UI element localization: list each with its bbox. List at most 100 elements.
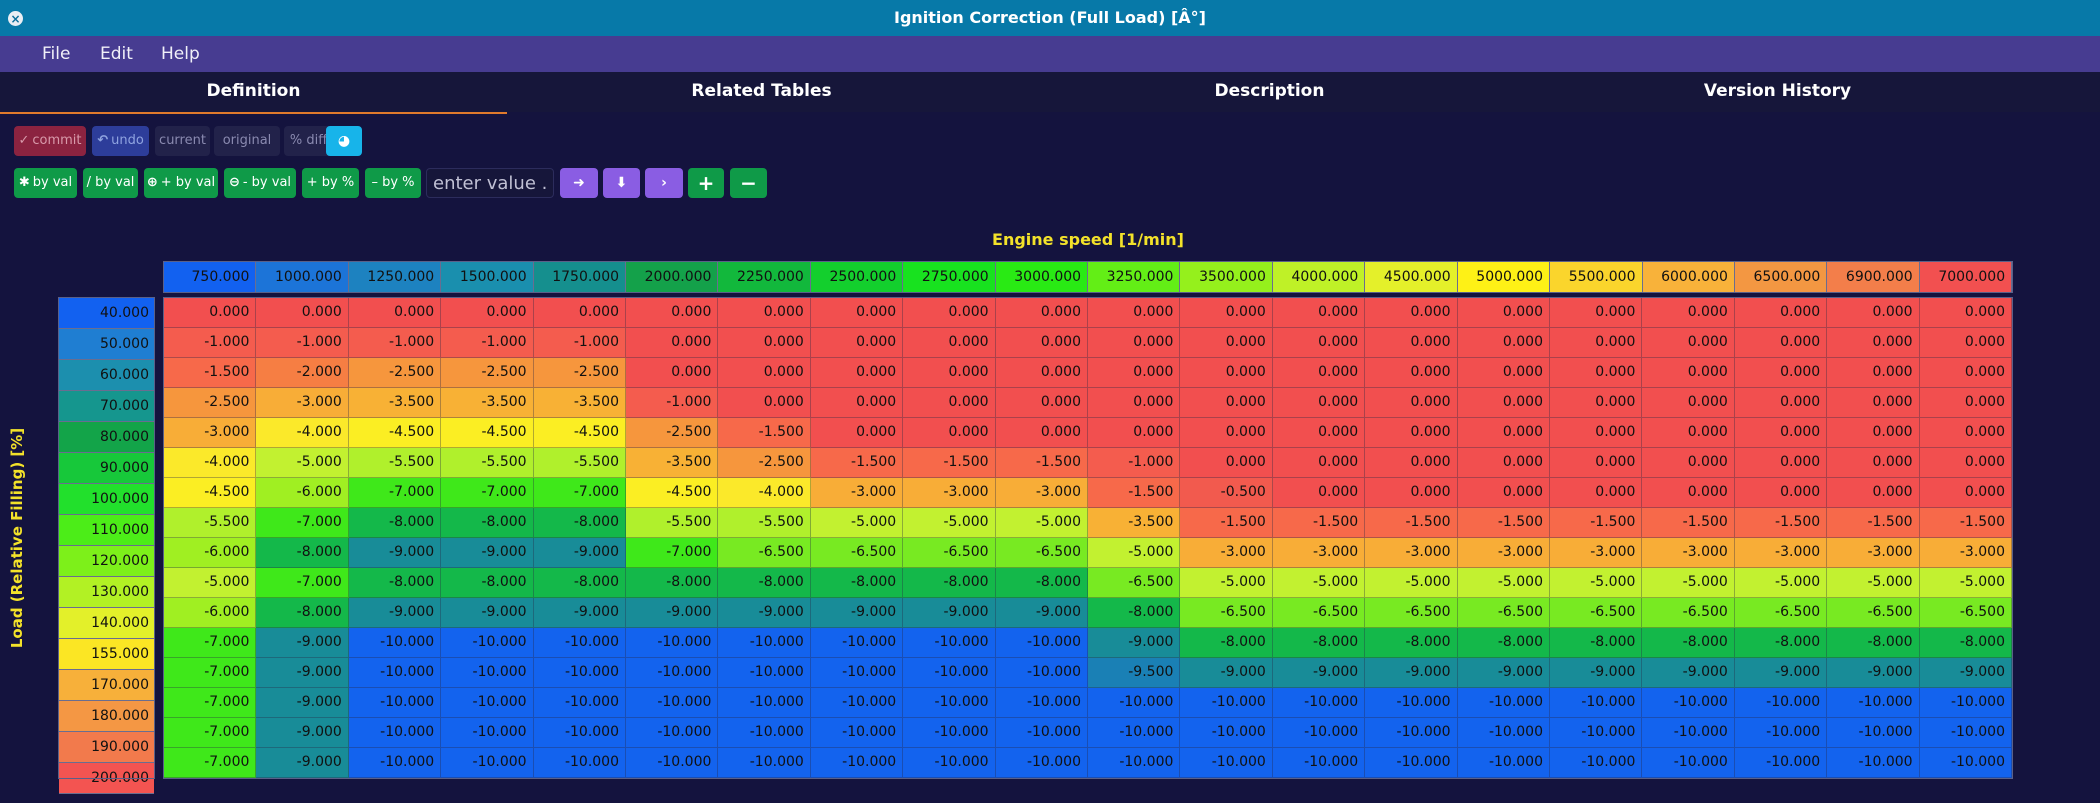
table-cell[interactable]: 0.000 <box>1088 358 1181 388</box>
table-cell[interactable]: -8.000 <box>348 508 442 538</box>
table-cell[interactable]: -3.000 <box>256 388 349 418</box>
table-cell[interactable]: 0.000 <box>626 358 719 388</box>
multiply-by-value-button[interactable]: ✱ by val <box>14 168 77 198</box>
table-cell[interactable]: -6.500 <box>1827 598 1920 628</box>
table-cell[interactable]: -6.500 <box>1088 568 1181 598</box>
table-cell[interactable]: -1.500 <box>1734 508 1828 538</box>
table-cell[interactable]: -10.000 <box>626 688 719 718</box>
table-cell[interactable]: -9.000 <box>256 658 349 688</box>
table-cell[interactable]: -1.500 <box>1088 478 1181 508</box>
x-axis-cell[interactable]: 1750.000 <box>533 262 627 292</box>
table-cell[interactable]: -6.500 <box>1272 598 1366 628</box>
table-cell[interactable]: -3.000 <box>1734 538 1828 568</box>
y-axis-cell[interactable]: 40.000 <box>59 298 154 329</box>
table-cell[interactable]: 0.000 <box>1180 298 1273 328</box>
table-cell[interactable]: -4.000 <box>164 448 257 478</box>
table-cell[interactable]: 0.000 <box>1550 298 1643 328</box>
divide-by-value-button[interactable]: / by val <box>83 168 138 198</box>
table-cell[interactable]: -1.000 <box>348 328 442 358</box>
table-cell[interactable]: -6.000 <box>164 598 257 628</box>
add-by-value-button[interactable]: ⊕ + by val <box>144 168 218 198</box>
table-cell[interactable]: -10.000 <box>1550 688 1643 718</box>
x-axis-cell[interactable]: 5500.000 <box>1550 262 1643 292</box>
table-cell[interactable]: -5.000 <box>1180 568 1273 598</box>
table-cell[interactable]: 0.000 <box>903 298 996 328</box>
table-cell[interactable]: -10.000 <box>533 718 626 748</box>
table-cell[interactable]: -1.500 <box>718 418 811 448</box>
table-cell[interactable]: 0.000 <box>1457 418 1550 448</box>
table-cell[interactable]: 0.000 <box>1919 298 2012 328</box>
table-cell[interactable]: -3.000 <box>1457 538 1550 568</box>
table-cell[interactable]: -4.500 <box>533 418 626 448</box>
table-cell[interactable]: -10.000 <box>1457 688 1550 718</box>
table-cell[interactable]: 0.000 <box>533 298 626 328</box>
table-cell[interactable]: -4.500 <box>626 478 719 508</box>
y-axis-cell[interactable]: 50.000 <box>59 329 154 360</box>
table-cell[interactable]: 0.000 <box>995 418 1088 448</box>
table-cell[interactable]: -10.000 <box>1180 748 1273 778</box>
y-axis-cell[interactable]: 200.000 <box>59 763 154 794</box>
tab-related-tables[interactable]: Related Tables <box>508 72 1015 112</box>
table-cell[interactable]: 0.000 <box>718 328 811 358</box>
table-cell[interactable]: 0.000 <box>1734 418 1828 448</box>
table-cell[interactable]: 0.000 <box>995 328 1088 358</box>
table-cell[interactable]: -10.000 <box>441 718 534 748</box>
table-cell[interactable]: -1.500 <box>1550 508 1643 538</box>
table-cell[interactable]: 0.000 <box>1734 298 1828 328</box>
table-cell[interactable]: -2.000 <box>256 358 349 388</box>
y-axis-cell[interactable]: 130.000 <box>59 577 154 608</box>
table-cell[interactable]: 0.000 <box>1457 328 1550 358</box>
table-cell[interactable]: 0.000 <box>1919 478 2012 508</box>
x-axis-cell[interactable]: 3250.000 <box>1088 262 1181 292</box>
table-cell[interactable]: 0.000 <box>1734 448 1828 478</box>
table-cell[interactable]: -1.000 <box>441 328 534 358</box>
table-cell[interactable]: -5.500 <box>164 508 257 538</box>
table-cell[interactable]: -9.000 <box>1365 658 1458 688</box>
table-cell[interactable]: -10.000 <box>1457 718 1550 748</box>
table-cell[interactable]: -1.000 <box>533 328 626 358</box>
table-cell[interactable]: -3.000 <box>1550 538 1643 568</box>
table-cell[interactable]: -10.000 <box>903 718 996 748</box>
y-axis-cell[interactable]: 180.000 <box>59 701 154 732</box>
table-cell[interactable]: 0.000 <box>256 298 349 328</box>
table-cell[interactable]: -7.000 <box>164 628 257 658</box>
table-cell[interactable]: -6.500 <box>718 538 811 568</box>
table-cell[interactable]: 0.000 <box>1365 358 1458 388</box>
table-cell[interactable]: 0.000 <box>1457 298 1550 328</box>
table-cell[interactable]: 0.000 <box>810 328 904 358</box>
increment-button[interactable]: + <box>688 168 724 198</box>
x-axis-cell[interactable]: 4000.000 <box>1272 262 1366 292</box>
table-cell[interactable]: -10.000 <box>441 658 534 688</box>
table-cell[interactable]: -5.500 <box>533 448 626 478</box>
table-cell[interactable]: -7.000 <box>256 568 349 598</box>
table-cell[interactable]: -9.000 <box>995 598 1088 628</box>
table-cell[interactable]: -10.000 <box>1642 748 1735 778</box>
table-cell[interactable]: 0.000 <box>1457 388 1550 418</box>
table-cell[interactable]: -6.500 <box>1919 598 2012 628</box>
table-cell[interactable]: 0.000 <box>1365 298 1458 328</box>
table-cell[interactable]: -1.500 <box>1827 508 1920 538</box>
table-cell[interactable]: -6.500 <box>1180 598 1273 628</box>
table-cell[interactable]: 0.000 <box>1457 448 1550 478</box>
table-cell[interactable]: 0.000 <box>1827 298 1920 328</box>
table-cell[interactable]: 0.000 <box>903 418 996 448</box>
table-cell[interactable]: 0.000 <box>1734 388 1828 418</box>
table-cell[interactable]: -5.000 <box>903 508 996 538</box>
table-cell[interactable]: -4.000 <box>718 478 811 508</box>
table-cell[interactable]: -10.000 <box>1272 688 1366 718</box>
table-cell[interactable]: -8.000 <box>810 568 904 598</box>
table-cell[interactable]: -10.000 <box>348 748 442 778</box>
table-cell[interactable]: 0.000 <box>1550 448 1643 478</box>
y-axis-cell[interactable]: 70.000 <box>59 391 154 422</box>
chart-button[interactable]: ◕ <box>326 126 362 156</box>
table-cell[interactable]: 0.000 <box>1272 448 1366 478</box>
table-cell[interactable]: -5.000 <box>1919 568 2012 598</box>
table-cell[interactable]: -3.500 <box>348 388 442 418</box>
table-cell[interactable]: -5.000 <box>1088 538 1181 568</box>
table-cell[interactable]: -6.500 <box>1734 598 1828 628</box>
table-cell[interactable]: -9.000 <box>1180 658 1273 688</box>
fill-right-button[interactable]: ➜ <box>560 168 598 198</box>
table-cell[interactable]: 0.000 <box>1642 448 1735 478</box>
table-cell[interactable]: -6.500 <box>810 538 904 568</box>
table-cell[interactable]: -8.000 <box>1088 598 1181 628</box>
